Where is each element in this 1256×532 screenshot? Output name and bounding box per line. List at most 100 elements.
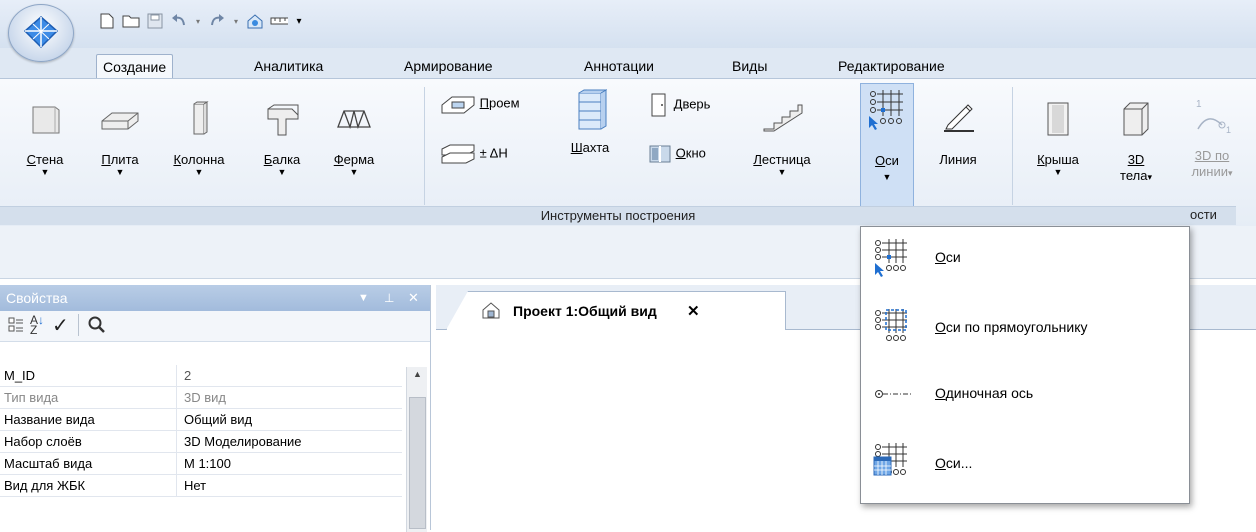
sort-alphabetical-icon[interactable]: A↓ Z (30, 314, 44, 336)
customize-toolbar-icon[interactable]: ▾ (294, 12, 304, 30)
axes-button[interactable]: Оси ▼ (860, 83, 914, 209)
slab-button[interactable]: Плита ▼ (92, 101, 148, 177)
undo-icon[interactable] (170, 12, 188, 30)
beam-dropdown-icon: ▼ (277, 167, 287, 177)
close-tab-icon[interactable]: ✕ (687, 302, 700, 320)
properties-toolbar: A↓ Z ✓ (0, 311, 430, 342)
group-label-truncated: ости (1190, 207, 1217, 222)
tab-label: Виды (732, 58, 768, 74)
opening-button[interactable]: Проем (440, 93, 560, 117)
door-icon (651, 93, 666, 117)
properties-scrollbar[interactable]: ▲ (406, 367, 427, 532)
truss-button[interactable]: Ферма ▼ (322, 101, 386, 177)
row-divider (176, 387, 177, 408)
window-button[interactable]: Окно (648, 143, 738, 167)
property-value: 3D вид (184, 390, 226, 405)
row-divider (176, 453, 177, 474)
measure-icon[interactable] (270, 12, 288, 30)
svg-text:1: 1 (1196, 99, 1202, 110)
stairs-button[interactable]: Лестница ▼ (744, 99, 820, 177)
property-row[interactable]: Название вида Общий вид (0, 409, 402, 431)
menu-item-axes[interactable]: Оси (861, 231, 1189, 301)
pin-icon[interactable]: ⊥ (384, 285, 394, 311)
scrollbar-thumb[interactable] (409, 397, 426, 529)
shaft-button[interactable]: Шахта (562, 89, 618, 155)
column-button[interactable]: Колонна ▼ (164, 101, 234, 177)
axes-grid-icon (875, 239, 907, 277)
property-value: Нет (184, 478, 207, 493)
level-offset-label: ± ΔH (479, 145, 508, 161)
tab-analitika[interactable]: Аналитика (248, 54, 329, 78)
tab-label: Аналитика (254, 58, 324, 74)
wall-button[interactable]: Стена ▼ (20, 101, 70, 177)
truss-icon (337, 110, 371, 130)
home-view-icon[interactable] (246, 12, 264, 30)
tab-label: Создание (103, 59, 167, 75)
wall-label: Стена (26, 152, 64, 167)
categorized-icon[interactable] (8, 317, 24, 336)
slab-dropdown-icon: ▼ (115, 167, 125, 177)
redo-dropdown-icon[interactable]: ▾ (232, 12, 240, 30)
property-value: Общий вид (184, 412, 253, 427)
stairs-dropdown-icon: ▼ (777, 167, 787, 177)
property-row[interactable]: Масштаб вида М 1:100 (0, 453, 402, 475)
opening-icon (441, 96, 475, 114)
tab-redaktirovanie[interactable]: Редактирование (832, 54, 951, 78)
open-folder-icon[interactable] (122, 12, 140, 30)
property-key: Вид для ЖБК (4, 478, 86, 493)
menu-item-label: Одиночная ось (935, 385, 1034, 401)
property-row[interactable]: M_ID 2 (0, 365, 402, 387)
undo-dropdown-icon[interactable]: ▾ (194, 12, 202, 30)
door-label: Дверь (673, 96, 711, 112)
line-label: Линия (939, 152, 977, 167)
properties-header: Свойства ▼ ⊥ ✕ (0, 285, 430, 311)
row-divider (176, 431, 177, 452)
tab-sozdanie[interactable]: Создание (96, 54, 174, 79)
tab-annotacii[interactable]: Аннотации (578, 54, 660, 78)
property-row[interactable]: Набор слоёв 3D Моделирование (0, 431, 402, 453)
truss-dropdown-icon: ▼ (349, 167, 359, 177)
new-file-icon[interactable] (98, 12, 116, 30)
save-icon[interactable] (146, 12, 164, 30)
apply-checkmark-icon[interactable]: ✓ (52, 313, 69, 338)
beam-button[interactable]: Балка ▼ (254, 101, 310, 177)
app-logo-icon (23, 16, 59, 49)
beam-label: Балка (263, 152, 301, 167)
tab-label: Аннотации (584, 58, 654, 74)
axes-dropdown-menu: Оси Оси по прямоугольнику Одиночная ось (860, 226, 1190, 504)
menu-item-axes-dialog[interactable]: Оси... (861, 441, 1189, 511)
row-divider (176, 475, 177, 496)
property-row[interactable]: Вид для ЖБК Нет (0, 475, 402, 497)
tab-armirovanie[interactable]: Армирование (398, 54, 499, 78)
roof-button[interactable]: Крыша ▼ (1028, 99, 1088, 177)
level-offset-icon (441, 144, 475, 164)
properties-title: Свойства (6, 290, 68, 306)
3d-by-line-button[interactable]: 11 3D по линии▾ (1182, 95, 1242, 181)
property-key: Масштаб вида (4, 456, 93, 471)
close-panel-icon[interactable]: ✕ (408, 285, 419, 311)
3d-bodies-button[interactable]: 3D тела▾ (1108, 99, 1164, 185)
menu-item-axes-by-rectangle[interactable]: Оси по прямоугольнику (861, 301, 1189, 371)
3d-bodies-label: 3D тела▾ (1120, 152, 1152, 183)
menu-item-single-axis[interactable]: Одиночная ось (861, 371, 1189, 441)
panel-menu-icon[interactable]: ▼ (358, 285, 369, 311)
search-icon[interactable] (88, 316, 106, 337)
redo-icon[interactable] (208, 12, 226, 30)
tab-vidy[interactable]: Виды (726, 54, 773, 78)
property-value: 2 (184, 368, 192, 383)
column-dropdown-icon: ▼ (194, 167, 204, 177)
line-button[interactable]: Линия (928, 99, 988, 167)
ribbon-tab-row: Создание Аналитика Армирование Аннотации… (0, 48, 1256, 79)
application-menu-button[interactable] (8, 4, 74, 62)
property-row[interactable]: Тип вида 3D вид (0, 387, 402, 409)
column-icon (193, 101, 209, 135)
scroll-up-icon[interactable]: ▲ (413, 369, 422, 379)
door-button[interactable]: Дверь (648, 93, 738, 117)
document-tab[interactable]: Проект 1:Общий вид ✕ (446, 291, 786, 330)
level-offset-button[interactable]: ± ΔH (440, 143, 550, 167)
document-tab-title: Проект 1:Общий вид (513, 303, 657, 319)
slab-icon (101, 112, 139, 130)
property-value: М 1:100 (184, 456, 231, 471)
window-icon (649, 145, 671, 163)
axes-rectangle-icon (875, 309, 907, 341)
